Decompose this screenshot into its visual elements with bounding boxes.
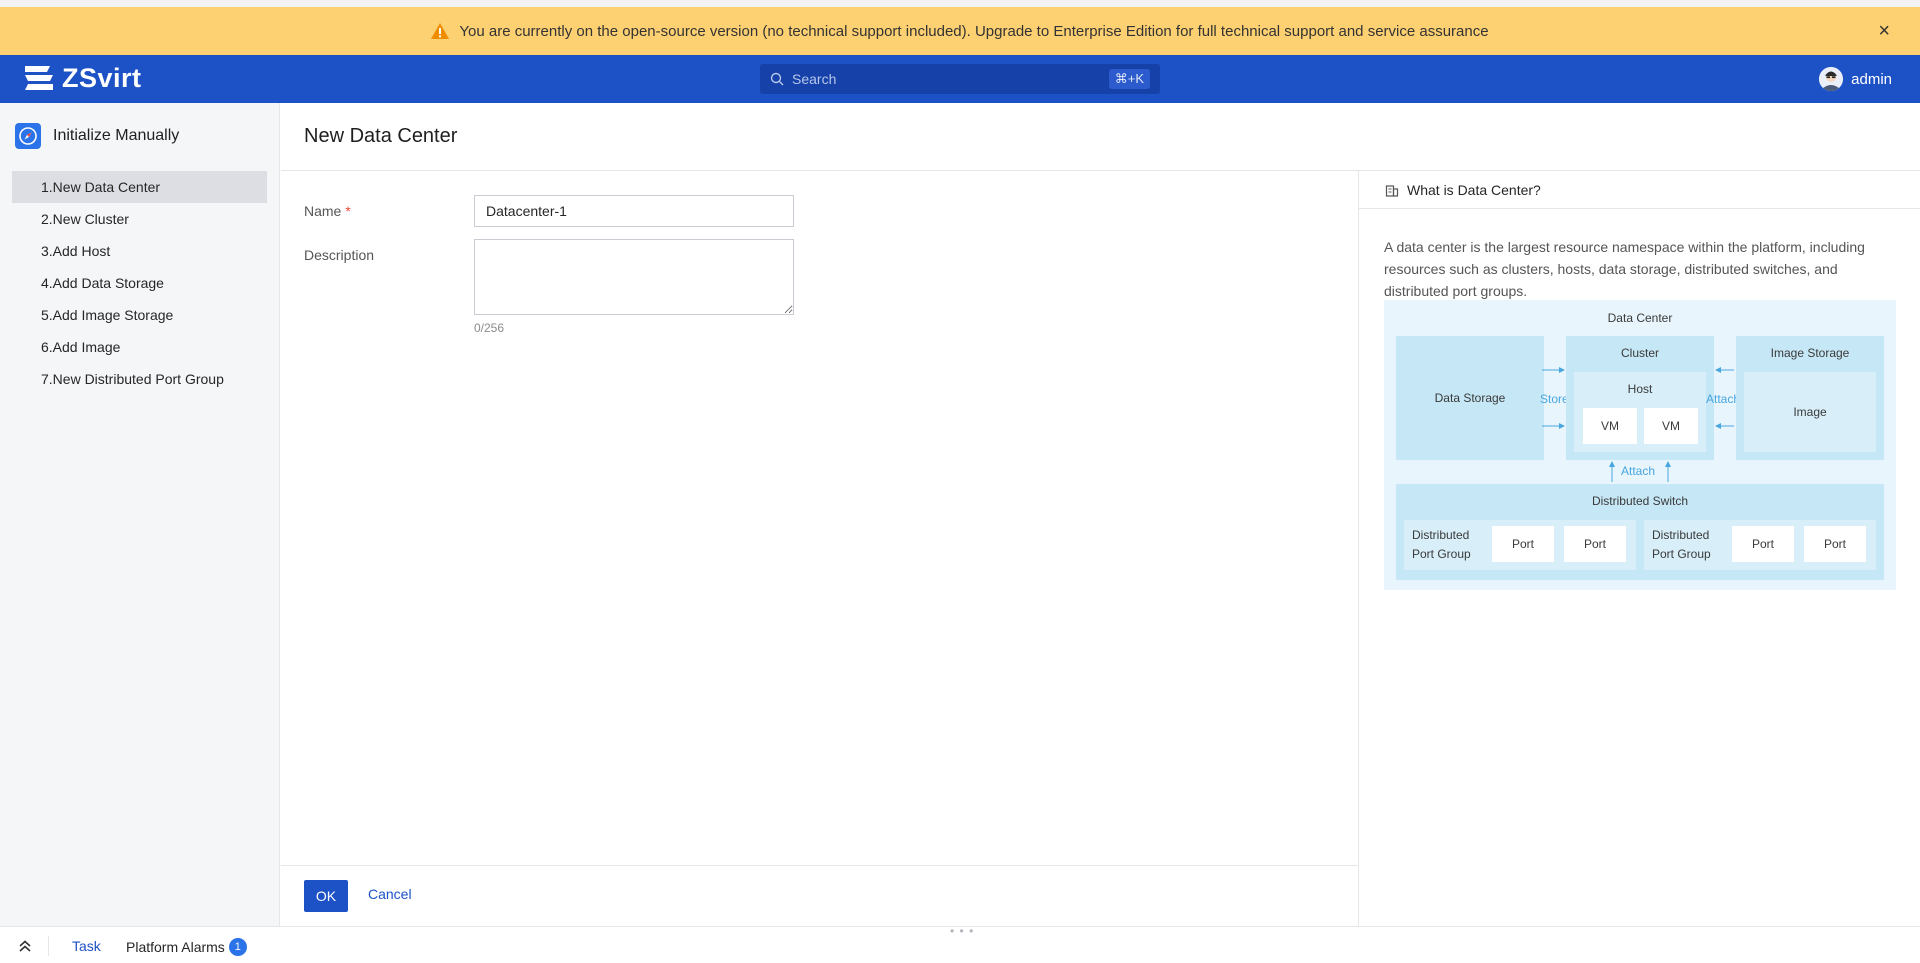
user-avatar-icon — [1819, 67, 1844, 91]
diagram-arrows — [1542, 367, 1734, 482]
help-title: What is Data Center? — [1407, 182, 1541, 198]
tab-platform-alarms[interactable]: Platform Alarms 1 — [126, 938, 247, 956]
search-shortcut: ⌘+K — [1108, 69, 1150, 89]
title-divider — [281, 170, 1920, 171]
logo[interactable]: ZSvirt — [22, 63, 142, 94]
warning-icon — [431, 23, 450, 39]
name-label-text: Name — [304, 203, 342, 219]
top-strip — [0, 0, 1920, 7]
step-new-cluster[interactable]: 2.New Cluster — [12, 203, 267, 235]
alarms-count-badge: 1 — [228, 938, 247, 956]
step-add-image[interactable]: 6.Add Image — [12, 331, 267, 363]
banner-message: You are currently on the open-source ver… — [459, 22, 1489, 40]
required-mark: * — [345, 203, 351, 219]
step-add-image-storage[interactable]: 5.Add Image Storage — [12, 299, 267, 331]
panel-splitter — [1358, 171, 1359, 926]
user-name: admin — [1851, 70, 1892, 88]
tab-platform-alarms-label: Platform Alarms — [126, 939, 225, 955]
description-counter: 0/256 — [474, 321, 505, 335]
step-new-data-center[interactable]: 1.New Data Center — [12, 171, 267, 203]
logo-text: ZSvirt — [62, 63, 142, 93]
top-header: ZSvirt Search ⌘+K admin — [0, 55, 1920, 103]
user-menu[interactable]: admin — [1819, 67, 1892, 91]
name-label: Name * — [304, 203, 351, 219]
bottom-bar: • • • Task Platform Alarms 1 — [0, 924, 1920, 963]
help-description: A data center is the largest resource na… — [1384, 239, 1865, 299]
ok-button[interactable]: OK — [304, 880, 348, 912]
compass-icon — [15, 123, 41, 149]
step-add-data-storage[interactable]: 4.Add Data Storage — [12, 267, 267, 299]
sidebar: Initialize Manually 1.New Data Center 2.… — [0, 103, 280, 926]
license-banner: You are currently on the open-source ver… — [0, 7, 1920, 55]
description-label: Description — [304, 247, 375, 263]
footer-divider — [281, 865, 1358, 866]
page-title: New Data Center — [304, 125, 458, 147]
step-new-distributed-port-group[interactable]: 7.New Distributed Port Group — [12, 363, 267, 395]
help-header: What is Data Center? — [1385, 182, 1541, 198]
help-divider — [1359, 208, 1920, 209]
step-list: 1.New Data Center 2.New Cluster 3.Add Ho… — [12, 171, 267, 395]
search-input[interactable]: Search ⌘+K — [760, 64, 1160, 94]
bottom-separator — [48, 936, 49, 956]
zsvirt-logo-icon — [25, 65, 53, 90]
building-icon — [1385, 185, 1399, 197]
search-icon — [770, 72, 784, 86]
sidebar-title-text: Initialize Manually — [53, 127, 180, 144]
chevron-double-up-icon[interactable] — [16, 937, 34, 955]
search-placeholder: Search — [792, 71, 837, 87]
description-input[interactable] — [474, 239, 794, 315]
sidebar-title: Initialize Manually — [15, 123, 179, 149]
tab-task[interactable]: Task — [72, 938, 101, 954]
data-center-diagram: Data Center Data Storage Store Cluster H… — [1384, 300, 1896, 590]
avatar — [1819, 67, 1844, 91]
drag-handle-icon[interactable]: • • • — [950, 924, 974, 938]
close-icon[interactable]: × — [1878, 21, 1890, 41]
name-input[interactable] — [474, 195, 794, 227]
step-add-host[interactable]: 3.Add Host — [12, 235, 267, 267]
cancel-button[interactable]: Cancel — [368, 886, 412, 902]
